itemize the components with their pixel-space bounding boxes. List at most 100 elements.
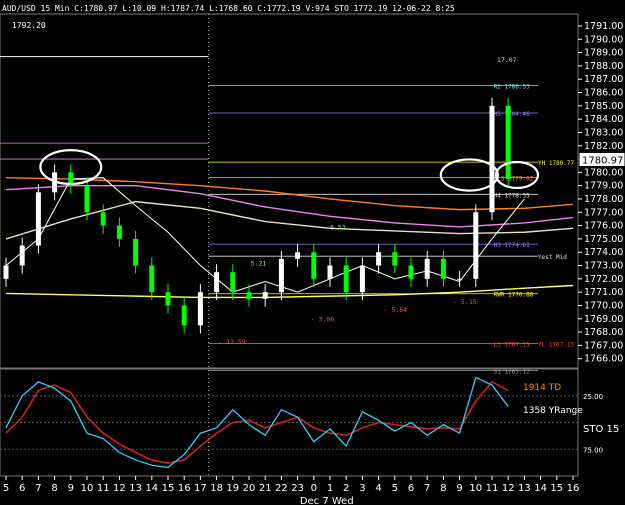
annotation-label: 6.53 xyxy=(330,224,346,232)
annotation-label: - 3.00 xyxy=(311,315,335,323)
candle-body xyxy=(35,192,41,246)
highlight-circle xyxy=(439,158,499,192)
y-tick-label: 1788.00 xyxy=(584,61,623,72)
candle-body xyxy=(424,258,430,279)
y-tick-label: 1782.00 xyxy=(584,141,623,152)
x-axis: 5 6 7 8 9 10 11 12 13 14 15 16 17 18 19 20 21 22 23 0 1 2 3 4 5 6… xyxy=(3,476,580,505)
y-tick-label: 1769.00 xyxy=(584,314,623,325)
x-tick-label: 5 xyxy=(3,483,9,494)
header-quote: AUD/USD 15 Min C:1780.97 L:10.09 H:1787.… xyxy=(2,4,455,13)
chart-canvas: AUD/USD 15 Min C:1780.97 L:10.09 H:1787.… xyxy=(0,4,625,505)
y-tick-label: 1776.00 xyxy=(584,221,623,232)
candle-body xyxy=(197,292,203,326)
candle-body xyxy=(181,305,187,326)
x-tick-label: 15 xyxy=(162,483,175,494)
x-tick-label: 16 xyxy=(567,483,580,494)
x-tick-label: 11 xyxy=(486,483,499,494)
x-tick-label: 11 xyxy=(97,483,110,494)
x-tick-label: 10 xyxy=(469,483,482,494)
y-high-label: 1792.20 xyxy=(12,21,46,30)
x-tick-label: 0 xyxy=(311,483,317,494)
level-label: YL 1767.15 xyxy=(538,341,575,348)
x-tick-label: 12 xyxy=(113,483,126,494)
x-tick-label: 15 xyxy=(550,483,563,494)
x-tick-label: 8 xyxy=(440,483,446,494)
mid_ma-line xyxy=(5,176,574,211)
candle-body xyxy=(392,252,398,266)
candle-body xyxy=(214,272,220,293)
candle-body xyxy=(408,265,414,279)
y-tick-label: 1766.00 xyxy=(584,354,623,365)
sto-label: STO 15 xyxy=(583,424,619,435)
x-tick-label: 6 xyxy=(19,483,25,494)
y-tick-label: 1779.00 xyxy=(584,181,623,192)
x-tick-label: 7 xyxy=(424,483,430,494)
x-tick-label: 20 xyxy=(243,483,256,494)
candle-body xyxy=(116,225,122,239)
x-tick-label: 12 xyxy=(502,483,515,494)
x-tick-label: 22 xyxy=(275,483,288,494)
x-tick-label: 6 xyxy=(408,483,414,494)
x-tick-label: 1 xyxy=(327,483,333,494)
x-tick-label: 14 xyxy=(534,483,547,494)
candle-body xyxy=(505,105,511,180)
y-tick-label: 1789.00 xyxy=(584,48,623,59)
candle-body xyxy=(246,292,252,299)
y-tick-label: 1784.00 xyxy=(584,114,623,125)
level-label: RWR 1770.88 xyxy=(494,292,534,299)
osc-tick-label: 75.00 xyxy=(583,446,603,454)
candle-body xyxy=(473,212,479,279)
x-tick-label: 8 xyxy=(51,483,57,494)
x-tick-label: 9 xyxy=(68,483,74,494)
y-tick-label: 1774.00 xyxy=(584,247,623,258)
candle-body xyxy=(230,272,236,293)
candle-body xyxy=(84,185,90,213)
y-tick-label: 1775.00 xyxy=(584,234,623,245)
violet_ma-line xyxy=(5,184,574,228)
level-label: YH 1780.77 xyxy=(538,160,575,167)
candle-body xyxy=(19,245,25,266)
x-tick-label: 23 xyxy=(291,483,304,494)
candle-body xyxy=(327,265,333,279)
td-label: 1914 TD xyxy=(523,383,561,393)
candle-body xyxy=(359,265,365,293)
x-tick-label: 14 xyxy=(145,483,158,494)
x-tick-label: 9 xyxy=(456,483,462,494)
x-tick-label: 4 xyxy=(375,483,381,494)
y-tick-label: 1780.00 xyxy=(584,167,623,178)
slow_ma-line xyxy=(5,284,574,299)
y-tick-label: 1778.00 xyxy=(584,194,623,205)
level-label: H5 1784.46 xyxy=(494,111,531,118)
level-label: R2 1786.53 xyxy=(494,83,531,90)
y-tick-label: 1772.00 xyxy=(584,274,623,285)
annotation-label: - 5.54 xyxy=(384,306,408,314)
y-tick-label: 1771.00 xyxy=(584,287,623,298)
annotation-label: 17.07 xyxy=(497,56,517,64)
x-tick-label: 16 xyxy=(178,483,191,494)
x-tick-label: 21 xyxy=(259,483,272,494)
level-label: H4 1778.35 xyxy=(494,192,531,199)
y-tick-label: 1767.00 xyxy=(584,340,623,351)
candle-body xyxy=(457,278,463,280)
x-tick-label: 7 xyxy=(35,483,41,494)
candle-body xyxy=(262,292,268,299)
x-tick-label: 3 xyxy=(359,483,365,494)
level-label: Yest Mid xyxy=(538,254,567,261)
candle-body xyxy=(295,252,301,259)
x-tick-label: 10 xyxy=(81,483,94,494)
annotation-label: - 13.59 xyxy=(218,338,245,346)
level-label: H3 1774.61 xyxy=(494,242,531,249)
x-tick-label: 17 xyxy=(194,483,207,494)
candle-body xyxy=(311,252,317,279)
level-label: L3 1767.15 xyxy=(494,341,531,348)
candle-body xyxy=(100,212,106,226)
x-tick-label: 2 xyxy=(343,483,349,494)
candle-body xyxy=(376,252,382,266)
fast_ma-line xyxy=(5,177,525,293)
annotation-label: - 5.15 xyxy=(453,298,477,306)
x-tick-label: 18 xyxy=(210,483,223,494)
y-tick-label: 1791.00 xyxy=(584,21,623,32)
y-tick-label: 1790.00 xyxy=(584,34,623,45)
candle-body xyxy=(343,265,349,293)
y-tick-label: 1773.00 xyxy=(584,261,623,272)
